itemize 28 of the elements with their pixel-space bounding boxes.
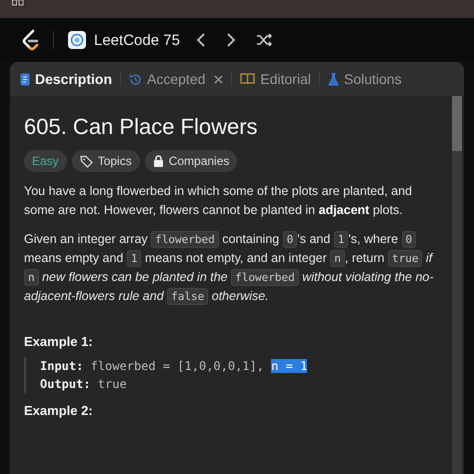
description-paragraph: Given an integer array flowerbed containing 0 's and 1 's, where 0 means empty and 1 means not empty, and an integer n , return true if n new flowers can be planted in the flowerbed without violating the no-adjacent-flowers rule and false otherwise. [24, 230, 435, 306]
logo-icon[interactable] [21, 29, 41, 51]
study-plan-title[interactable]: LeetCode 75 [94, 32, 180, 48]
scrollbar[interactable] [452, 96, 462, 474]
tag-icon [80, 154, 93, 168]
panel-tab[interactable]: Accepted [129, 71, 224, 87]
example-heading: Example 2: [24, 403, 94, 418]
window-icon [12, 0, 24, 6]
description-paragraph: You have a long flowerbed in which some of the plots are planted, and some are not. However, flowers cannot be planted in adjacent plots. [24, 183, 413, 219]
difficulty-badge: Easy [24, 150, 67, 172]
example-heading: Example 1: [24, 334, 94, 349]
document-icon [20, 72, 30, 86]
companies-button[interactable]: Companies [144, 150, 238, 172]
close-icon[interactable] [214, 74, 224, 84]
panel-tab[interactable]: Editorial [240, 71, 311, 87]
flask-icon [328, 72, 339, 86]
previous-icon[interactable] [196, 33, 206, 47]
problem-title: 605. Can Place Flowers [24, 114, 259, 140]
panel-tab[interactable]: Description [20, 71, 112, 87]
lock-icon [152, 155, 164, 167]
shuffle-icon[interactable] [256, 33, 272, 47]
example-output: Output: true [40, 376, 128, 393]
topics-button[interactable]: Topics [72, 150, 140, 172]
next-icon[interactable] [226, 33, 236, 47]
book-icon [240, 73, 256, 85]
history-icon [129, 72, 142, 86]
study-plan-icon[interactable] [68, 31, 86, 49]
panel-tab[interactable]: Solutions [328, 71, 402, 87]
